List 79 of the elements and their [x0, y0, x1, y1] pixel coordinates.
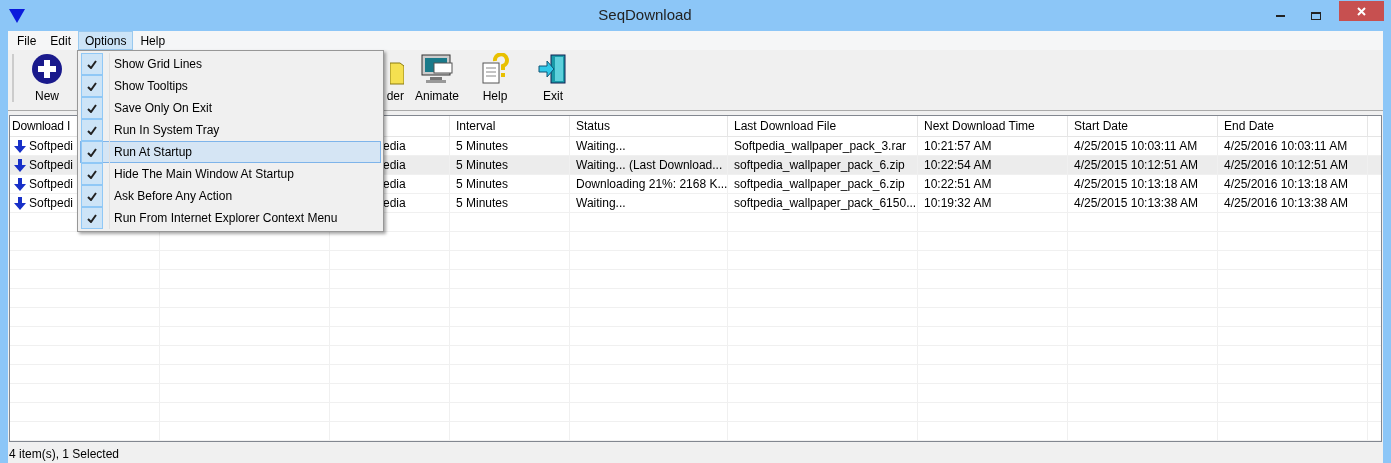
column-header[interactable]: Next Download Time: [924, 117, 1035, 135]
status-text: 4 item(s), 1 Selected: [9, 446, 120, 463]
table-cell-text: 5 Minutes: [456, 176, 509, 193]
menu-option[interactable]: Show Grid Lines: [80, 53, 381, 75]
table-cell-text: softpedia_wallpaper_pack_6.zip: [734, 157, 905, 174]
toolbar-button[interactable]: New: [22, 53, 72, 105]
download-arrow-icon: [14, 158, 26, 172]
check-icon: [87, 169, 97, 179]
table-cell-text: 4/25/2016 10:03:11 AM: [1224, 138, 1348, 155]
menu-option-label: Run From Internet Explorer Context Menu: [114, 210, 338, 227]
menu-option-label: Show Tooltips: [114, 78, 188, 95]
menu-item[interactable]: Edit: [43, 31, 79, 50]
check-icon: [87, 191, 97, 201]
check-icon: [87, 81, 97, 91]
plus-icon: [31, 53, 63, 85]
check-icon: [87, 213, 97, 223]
table-cell-text: 4/25/2015 10:13:38 AM: [1074, 195, 1199, 212]
table-cell-text: edia: [383, 138, 406, 155]
toolbar-button[interactable]: Exit: [524, 53, 582, 105]
table-cell-text: 4/25/2016 10:12:51 AM: [1224, 157, 1349, 174]
menu-option[interactable]: Run At Startup: [80, 141, 381, 163]
table-cell-text: Waiting...: [576, 138, 626, 155]
menu-item[interactable]: Help: [133, 31, 173, 50]
menu-option[interactable]: Show Tooltips: [80, 75, 381, 97]
menu-item[interactable]: Options: [78, 31, 134, 50]
table-cell-text: Softpedi: [29, 176, 74, 193]
exit-door-icon: [537, 53, 569, 85]
table-cell-text: 5 Minutes: [456, 157, 509, 174]
table-cell-text: softpedia_wallpaper_pack_6150...: [734, 195, 917, 212]
help-document-icon: [481, 53, 509, 85]
toolbar-button[interactable]: Help: [466, 53, 524, 105]
table-cell-text: 4/25/2015 10:12:51 AM: [1074, 157, 1199, 174]
check-icon: [87, 103, 97, 113]
menu-option-label: Run In System Tray: [114, 122, 220, 139]
menu-option[interactable]: Save Only On Exit: [80, 97, 381, 119]
table-cell-text: edia: [383, 195, 406, 212]
table-cell-text: edia: [383, 176, 406, 193]
table-cell-text: 10:19:32 AM: [924, 195, 992, 212]
window-title: SeqDownload: [598, 5, 692, 26]
column-header[interactable]: Interval: [456, 117, 496, 135]
check-icon: [87, 59, 97, 69]
download-arrow-icon: [14, 196, 26, 210]
table-cell-text: Softpedi: [29, 138, 74, 155]
monitor-icon: [420, 53, 454, 85]
column-header[interactable]: Start Date: [1074, 117, 1129, 135]
menu-option-label: Save Only On Exit: [114, 100, 213, 117]
menu-item[interactable]: File: [10, 31, 44, 50]
app-logo-icon: [9, 7, 25, 24]
close-button[interactable]: [1339, 1, 1384, 21]
column-header[interactable]: End Date: [1224, 117, 1275, 135]
table-cell-text: 4/25/2015 10:03:11 AM: [1074, 138, 1198, 155]
column-header[interactable]: Download I: [12, 117, 71, 135]
table-cell-text: Softpedi: [29, 195, 74, 212]
table-cell-text: Softpedi: [29, 157, 74, 174]
check-icon: [87, 125, 97, 135]
table-cell-text: 4/25/2016 10:13:18 AM: [1224, 176, 1349, 193]
table-cell-text: 4/25/2015 10:13:18 AM: [1074, 176, 1199, 193]
table-cell-text: edia: [383, 157, 406, 174]
table-cell-text: Softpedia_wallpaper_pack_3.rar: [734, 138, 907, 155]
menu-option-label: Show Grid Lines: [114, 56, 203, 73]
table-cell-text: softpedia_wallpaper_pack_6.zip: [734, 176, 905, 193]
column-header[interactable]: Status: [576, 117, 611, 135]
column-header[interactable]: Last Download File: [734, 117, 837, 135]
table-cell-text: Downloading 21%: 2168 K...: [576, 176, 728, 193]
download-arrow-icon: [14, 177, 26, 191]
table-cell-text: 5 Minutes: [456, 138, 509, 155]
table-cell-text: 4/25/2016 10:13:38 AM: [1224, 195, 1349, 212]
table-cell-text: Waiting... (Last Download...: [576, 157, 723, 174]
table-cell-text: 10:22:54 AM: [924, 157, 992, 174]
folder-icon: [390, 59, 404, 85]
close-icon: [1357, 6, 1366, 16]
check-icon: [87, 147, 97, 157]
download-arrow-icon: [14, 139, 26, 153]
table-cell-text: Waiting...: [576, 195, 626, 212]
toolbar-button[interactable]: der: [384, 59, 408, 105]
table-cell-text: 10:22:51 AM: [924, 176, 992, 193]
table-cell-text: 10:21:57 AM: [924, 138, 992, 155]
table-cell-text: 5 Minutes: [456, 195, 509, 212]
toolbar-button[interactable]: Animate: [408, 53, 466, 105]
